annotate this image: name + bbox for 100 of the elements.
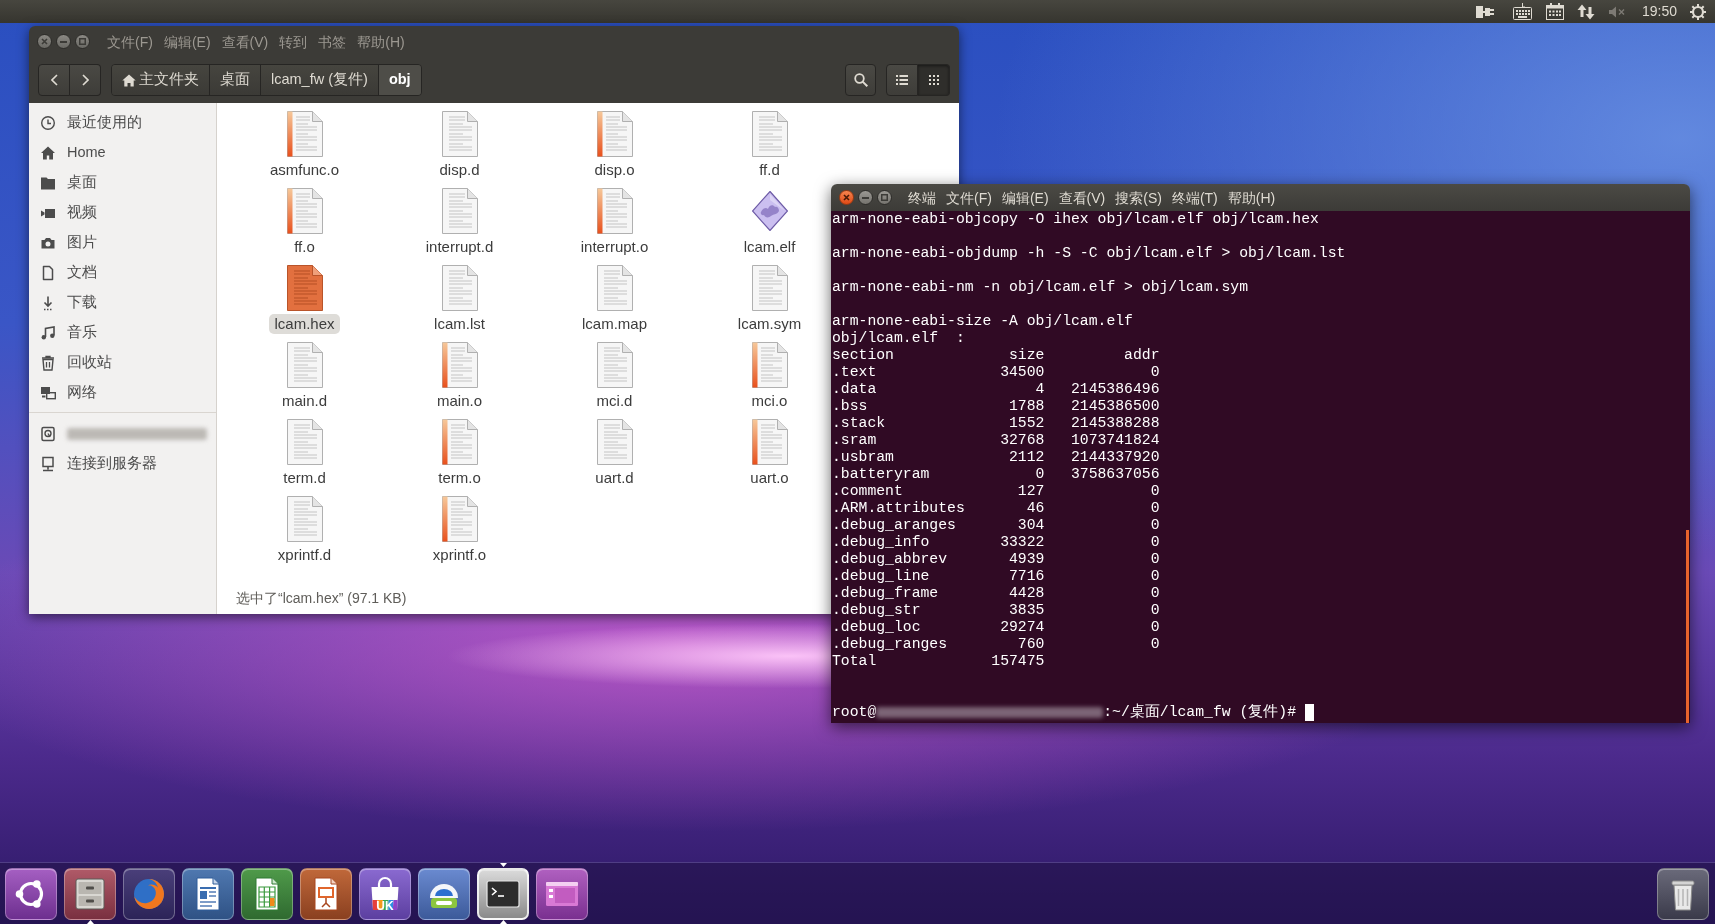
launcher-button[interactable]	[477, 868, 529, 920]
menu-item[interactable]: 书签	[318, 32, 347, 51]
document-icon[interactable]	[596, 265, 633, 311]
file-name[interactable]: lcam.hex	[269, 314, 340, 334]
list-view-button[interactable]	[886, 64, 918, 96]
document-icon[interactable]	[441, 188, 478, 234]
file-name[interactable]: xprintf.d	[272, 545, 337, 565]
launcher-button[interactable]	[241, 868, 293, 920]
close-button[interactable]	[37, 34, 52, 49]
document-icon[interactable]	[751, 419, 788, 465]
document-icon[interactable]	[596, 188, 633, 234]
launcher-button[interactable]: UK	[359, 868, 411, 920]
document-icon[interactable]	[441, 496, 478, 542]
menu-item[interactable]: 终端(T)	[1171, 188, 1218, 207]
sidebar-item[interactable]: 图片	[29, 228, 216, 258]
calendar-icon[interactable]	[1545, 3, 1564, 20]
breadcrumb-button[interactable]: 主文件夹	[112, 65, 209, 95]
launcher-button[interactable]	[1657, 868, 1709, 920]
clock[interactable]: 19:50	[1641, 3, 1677, 20]
document-icon[interactable]	[286, 265, 323, 311]
menu-item[interactable]: 转到	[279, 32, 308, 51]
file-name[interactable]: main.o	[432, 391, 487, 411]
minimize-button[interactable]	[858, 190, 873, 205]
close-button[interactable]	[839, 190, 854, 205]
plug-icon[interactable]	[1475, 4, 1494, 19]
launcher-button[interactable]	[5, 868, 57, 920]
back-button[interactable]	[38, 64, 70, 96]
document-icon[interactable]	[596, 342, 633, 388]
menu-item[interactable]: 搜索(S)	[1115, 188, 1162, 207]
sidebar-item[interactable]: 最近使用的	[29, 108, 216, 138]
document-icon[interactable]	[441, 265, 478, 311]
menu-item[interactable]: 查看(V)	[221, 32, 269, 51]
sidebar-item[interactable]: Home	[29, 138, 216, 168]
sidebar-item[interactable]: 回收站	[29, 348, 216, 378]
sidebar-item[interactable]: 连接到服务器	[29, 449, 216, 479]
scrollbar-thumb[interactable]	[1686, 530, 1689, 723]
maximize-button[interactable]	[75, 34, 90, 49]
file-name[interactable]: uart.o	[745, 468, 794, 488]
document-icon[interactable]	[596, 419, 633, 465]
search-button[interactable]	[845, 64, 876, 96]
launcher-button[interactable]	[182, 868, 234, 920]
document-icon[interactable]	[751, 342, 788, 388]
document-icon[interactable]	[286, 111, 323, 157]
file-name[interactable]: term.o	[433, 468, 486, 488]
launcher-button[interactable]	[418, 868, 470, 920]
launcher-button[interactable]	[300, 868, 352, 920]
transfer-arrows-icon[interactable]	[1576, 3, 1595, 20]
menu-item[interactable]: 编辑(E)	[163, 32, 211, 51]
breadcrumb-button[interactable]: 桌面	[209, 65, 260, 95]
sidebar-item[interactable]: 桌面	[29, 168, 216, 198]
sidebar-item[interactable]: 下载	[29, 288, 216, 318]
file-name[interactable]: disp.o	[589, 160, 640, 180]
document-icon[interactable]	[751, 265, 788, 311]
launcher-button[interactable]	[536, 868, 588, 920]
file-name[interactable]: main.d	[277, 391, 332, 411]
sidebar-item[interactable]: 网络	[29, 378, 216, 408]
document-icon[interactable]	[751, 111, 788, 157]
menu-item[interactable]: 文件(F)	[107, 32, 153, 51]
document-icon[interactable]	[596, 111, 633, 157]
file-name[interactable]: term.d	[278, 468, 331, 488]
document-icon[interactable]	[441, 342, 478, 388]
file-name[interactable]: interrupt.d	[420, 237, 499, 257]
sidebar-item[interactable]: 音乐	[29, 318, 216, 348]
file-name[interactable]: lcam.sym	[732, 314, 807, 334]
diamond-icon[interactable]	[751, 191, 788, 231]
file-name[interactable]: mci.o	[746, 391, 793, 411]
file-name[interactable]: xprintf.o	[427, 545, 492, 565]
launcher-button[interactable]	[64, 868, 116, 920]
forward-button[interactable]	[70, 64, 101, 96]
file-name[interactable]: ff.o	[289, 237, 320, 257]
document-icon[interactable]	[286, 188, 323, 234]
file-name[interactable]: interrupt.o	[575, 237, 654, 257]
sidebar-item[interactable]: 视频	[29, 198, 216, 228]
minimize-button[interactable]	[56, 34, 71, 49]
maximize-button[interactable]	[877, 190, 892, 205]
file-name[interactable]: lcam.lst	[429, 314, 490, 334]
menu-item[interactable]: 帮助(H)	[1227, 188, 1276, 207]
document-icon[interactable]	[286, 496, 323, 542]
menu-item[interactable]: 查看(V)	[1058, 188, 1106, 207]
file-name[interactable]: lcam.map	[577, 314, 652, 334]
file-name[interactable]: asmfunc.o	[264, 160, 345, 180]
breadcrumb-button[interactable]: lcam_fw (复件)	[260, 65, 378, 95]
document-icon[interactable]	[286, 342, 323, 388]
document-icon[interactable]	[286, 419, 323, 465]
document-icon[interactable]	[441, 111, 478, 157]
muted-speaker-icon[interactable]	[1608, 5, 1626, 18]
gear-icon[interactable]	[1690, 3, 1706, 20]
keyboard-icon[interactable]	[1512, 3, 1532, 20]
file-name[interactable]: ff.d	[754, 160, 785, 180]
menu-item[interactable]: 文件(F)	[946, 188, 992, 207]
file-name[interactable]: lcam.elf	[738, 237, 801, 257]
menu-item[interactable]: 终端	[908, 188, 936, 207]
document-icon[interactable]	[441, 419, 478, 465]
sidebar-item[interactable]: 文档	[29, 258, 216, 288]
grid-view-button[interactable]	[918, 64, 950, 96]
menu-item[interactable]: 帮助(H)	[357, 32, 405, 51]
file-name[interactable]: disp.d	[434, 160, 485, 180]
file-name[interactable]: uart.d	[590, 468, 639, 488]
breadcrumb-button[interactable]: obj	[377, 65, 421, 95]
file-name[interactable]: mci.d	[591, 391, 638, 411]
